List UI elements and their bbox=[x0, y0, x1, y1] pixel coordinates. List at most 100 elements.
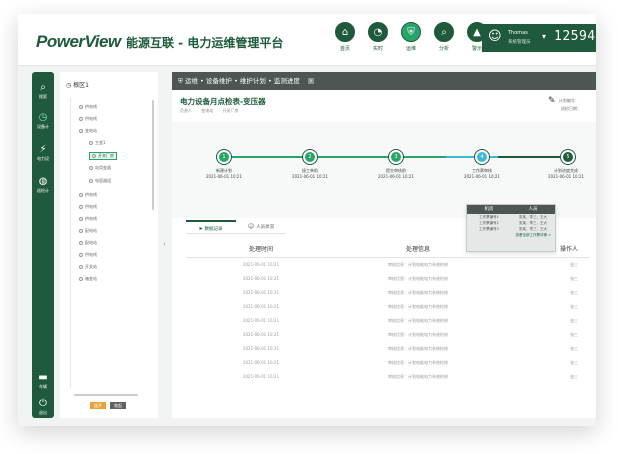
tree-title-label: 根区1 bbox=[73, 82, 89, 89]
user-role: 系统管理员 bbox=[508, 40, 531, 45]
nav-analysis[interactable]: ⌕ 分析 bbox=[433, 22, 455, 52]
tree-node[interactable]: 站用变器 bbox=[89, 165, 111, 171]
tab-personnel[interactable]: ☺ 人员状况 bbox=[236, 220, 286, 234]
tree-node-label: 站用变器 bbox=[95, 165, 111, 170]
table-cell: 张三 bbox=[570, 374, 578, 379]
step-label: 提交审核前 2021-06-01 10:21 bbox=[366, 168, 426, 180]
table-row[interactable]: 2021-06-01 10:21 审核信息：计划电能电力系统检修 张三 bbox=[186, 272, 590, 286]
tree-node-label: 供电线 bbox=[85, 104, 97, 109]
table-cell: 审核信息：计划电能电力系统检修 bbox=[388, 290, 448, 295]
records-table: 处理时间 处理信息 操作人 2021-06-01 10:21 审核信息：计划电能电… bbox=[186, 242, 590, 384]
breadcrumb-text: 运维 • 设备维护 • 维护计划 • 监测进度 bbox=[184, 77, 300, 85]
collapse-button[interactable]: 收起 bbox=[110, 402, 126, 409]
meta-station: 变电站 bbox=[201, 108, 214, 113]
tree-body: 供电线 供电线 变电站 主变1 开关厂房 站用变器 电容器组 供电线 供电线 供… bbox=[70, 98, 154, 388]
table-row[interactable]: 2021-06-01 10:21 审核信息：计划电能电力系统检修 张三 bbox=[186, 328, 590, 342]
top-nav: ⌂ 首页 ◔ 实时 ⛨ 运维 ⌕ 分析 ▲ 警示 bbox=[334, 22, 488, 52]
step-label: 接工单前 2021-06-01 10:21 bbox=[280, 168, 340, 180]
table-row[interactable]: 2021-06-01 10:21 审核信息：计划电能电力系统检修 张三 bbox=[186, 314, 590, 328]
left-rail: ⌕ 搜索 ◷ 设备计 ⚡ 电力设 ◍ 巡检计 ▬ 车辆 ⏻ 退出 bbox=[32, 72, 54, 418]
table-row[interactable]: 2021-06-01 10:21 审核信息：计划电能电力系统检修 张三 bbox=[186, 258, 590, 272]
rail-item-vehicle[interactable]: ▬ 车辆 bbox=[32, 372, 54, 390]
view-all-tickets-link[interactable]: 查看全部工作票详情 > bbox=[467, 232, 555, 239]
tree-node-label: 供电线 bbox=[85, 116, 97, 121]
rail-label: 搜索 bbox=[39, 94, 47, 99]
globe-icon: ◍ bbox=[38, 176, 48, 187]
shield-icon: ⛨ bbox=[178, 77, 183, 85]
tree-horizontal-scrollbar[interactable] bbox=[74, 394, 138, 396]
rail-item-search[interactable]: ⌕ 搜索 bbox=[32, 82, 54, 100]
tree-node-label: 主变1 bbox=[95, 140, 106, 145]
rail-item-power-device[interactable]: ⚡ 电力设 bbox=[32, 144, 54, 162]
tree-scrollbar[interactable] bbox=[152, 100, 154, 210]
tree-node[interactable]: 电容器组 bbox=[89, 178, 111, 184]
tree-node[interactable]: 供电线 bbox=[79, 104, 97, 110]
tab-data-records[interactable]: ▸ 数据记录 bbox=[186, 220, 236, 234]
tree-node-label: 开关站 bbox=[85, 264, 97, 269]
tree-node[interactable]: 箱变站 bbox=[79, 276, 97, 282]
plan-info: ✎ 计划编号： 巡检日期： bbox=[548, 96, 581, 112]
tree-node[interactable]: 供电线 bbox=[79, 216, 97, 222]
close-icon[interactable]: × bbox=[307, 78, 314, 84]
tree-node[interactable]: 配电站 bbox=[79, 240, 97, 246]
node-dot-icon bbox=[89, 166, 93, 170]
chevron-down-icon[interactable]: ▾ bbox=[542, 32, 546, 41]
app-subtitle: 能源互联 - 电力运维管理平台 bbox=[126, 36, 284, 50]
table-row[interactable]: 2021-06-01 10:21 审核信息：计划电能电力系统检修 张三 bbox=[186, 300, 590, 314]
nav-label: 分析 bbox=[438, 46, 449, 52]
tree-node[interactable]: 供电线 bbox=[79, 252, 97, 258]
table-cell: 张三 bbox=[570, 290, 578, 295]
nav-home[interactable]: ⌂ 首页 bbox=[334, 22, 356, 52]
app-window: PowerView 能源互联 - 电力运维管理平台 ⌂ 首页 ◔ 实时 ⛨ 运维… bbox=[18, 14, 596, 426]
tree-node-label: 供电线 bbox=[85, 252, 97, 257]
tree-node[interactable]: 变电站 bbox=[79, 128, 97, 134]
tree-node[interactable]: 配电站 bbox=[79, 228, 97, 234]
timeline-step[interactable]: 3 bbox=[388, 149, 404, 165]
timeline-step-current[interactable]: 4 bbox=[474, 149, 490, 165]
tree-node[interactable]: 供电线 bbox=[79, 116, 97, 122]
tree-node[interactable]: 供电线 bbox=[79, 204, 97, 210]
tab-label: 人员状况 bbox=[256, 225, 275, 230]
expand-button[interactable]: 展开 bbox=[90, 402, 106, 409]
table-cell: 2021-06-01 10:21 bbox=[242, 318, 280, 323]
table-cell: 张三 bbox=[570, 360, 578, 365]
top-header: PowerView 能源互联 - 电力运维管理平台 ⌂ 首页 ◔ 实时 ⛨ 运维… bbox=[18, 14, 596, 66]
table-row[interactable]: 2021-06-01 10:21 审核信息：计划电能电力系统检修 张三 bbox=[186, 370, 590, 384]
rail-item-logout[interactable]: ⏻ 退出 bbox=[32, 398, 54, 416]
step-date: 2021-06-01 10:21 bbox=[291, 174, 329, 179]
tree-node-selected[interactable]: 开关厂房 bbox=[89, 152, 117, 160]
plan-number: 计划编号： bbox=[558, 98, 579, 103]
table-cell: 2021-06-01 10:21 bbox=[242, 374, 280, 379]
node-dot-icon bbox=[79, 117, 83, 121]
tree-title[interactable]: ◷ 根区1 bbox=[66, 80, 89, 89]
timeline-line-pending bbox=[498, 156, 560, 158]
user-menu[interactable]: ☺ Thomas 系统管理员 ▾ 12594: bbox=[482, 24, 596, 52]
rail-label: 电力设 bbox=[37, 156, 49, 161]
chevron-left-icon[interactable]: ‹ bbox=[163, 240, 166, 248]
rail-item-device-plan[interactable]: ◷ 设备计 bbox=[32, 112, 54, 130]
table-cell: 张三 bbox=[570, 318, 578, 323]
meta-owner: 负责人 bbox=[180, 108, 192, 113]
timeline-step[interactable]: 1 bbox=[216, 149, 232, 165]
edit-icon[interactable]: ✎ bbox=[548, 96, 556, 106]
timeline-step[interactable]: 2 bbox=[302, 149, 318, 165]
timeline-line-current bbox=[446, 156, 498, 158]
tree-node[interactable]: 开关站 bbox=[79, 264, 97, 270]
main-content: ⛨ 运维 • 设备维护 • 维护计划 • 监测进度 × 电力设备月点检表-变压器… bbox=[172, 72, 596, 418]
tab-label: 数据记录 bbox=[204, 227, 223, 232]
node-dot-icon bbox=[79, 105, 83, 109]
table-cell: 2021-06-01 10:21 bbox=[242, 346, 280, 351]
tree-node[interactable]: 供电线 bbox=[79, 192, 97, 198]
nav-maintenance[interactable]: ⛨ 运维 bbox=[400, 22, 422, 52]
device-tree-panel: ◷ 根区1 供电线 供电线 变电站 主变1 开关厂房 站用变器 电容器组 供电线… bbox=[60, 72, 158, 418]
table-row[interactable]: 2021-06-01 10:21 审核信息：计划电能电力系统检修 张三 bbox=[186, 286, 590, 300]
timeline-step[interactable]: 5 bbox=[560, 149, 576, 165]
table-cell: 张三 bbox=[570, 346, 578, 351]
step-date: 2021-06-01 10:21 bbox=[205, 174, 243, 179]
nav-realtime[interactable]: ◔ 实时 bbox=[367, 22, 389, 52]
table-row[interactable]: 2021-06-01 10:21 审核信息：计划电能电力系统检修 张三 bbox=[186, 356, 590, 370]
tree-node[interactable]: 主变1 bbox=[89, 140, 106, 146]
table-row[interactable]: 2021-06-01 10:21 审核信息：计划电能电力系统检修 张三 bbox=[186, 342, 590, 356]
rail-item-inspection[interactable]: ◍ 巡检计 bbox=[32, 176, 54, 194]
popup-column-header: 人员 bbox=[528, 207, 538, 212]
